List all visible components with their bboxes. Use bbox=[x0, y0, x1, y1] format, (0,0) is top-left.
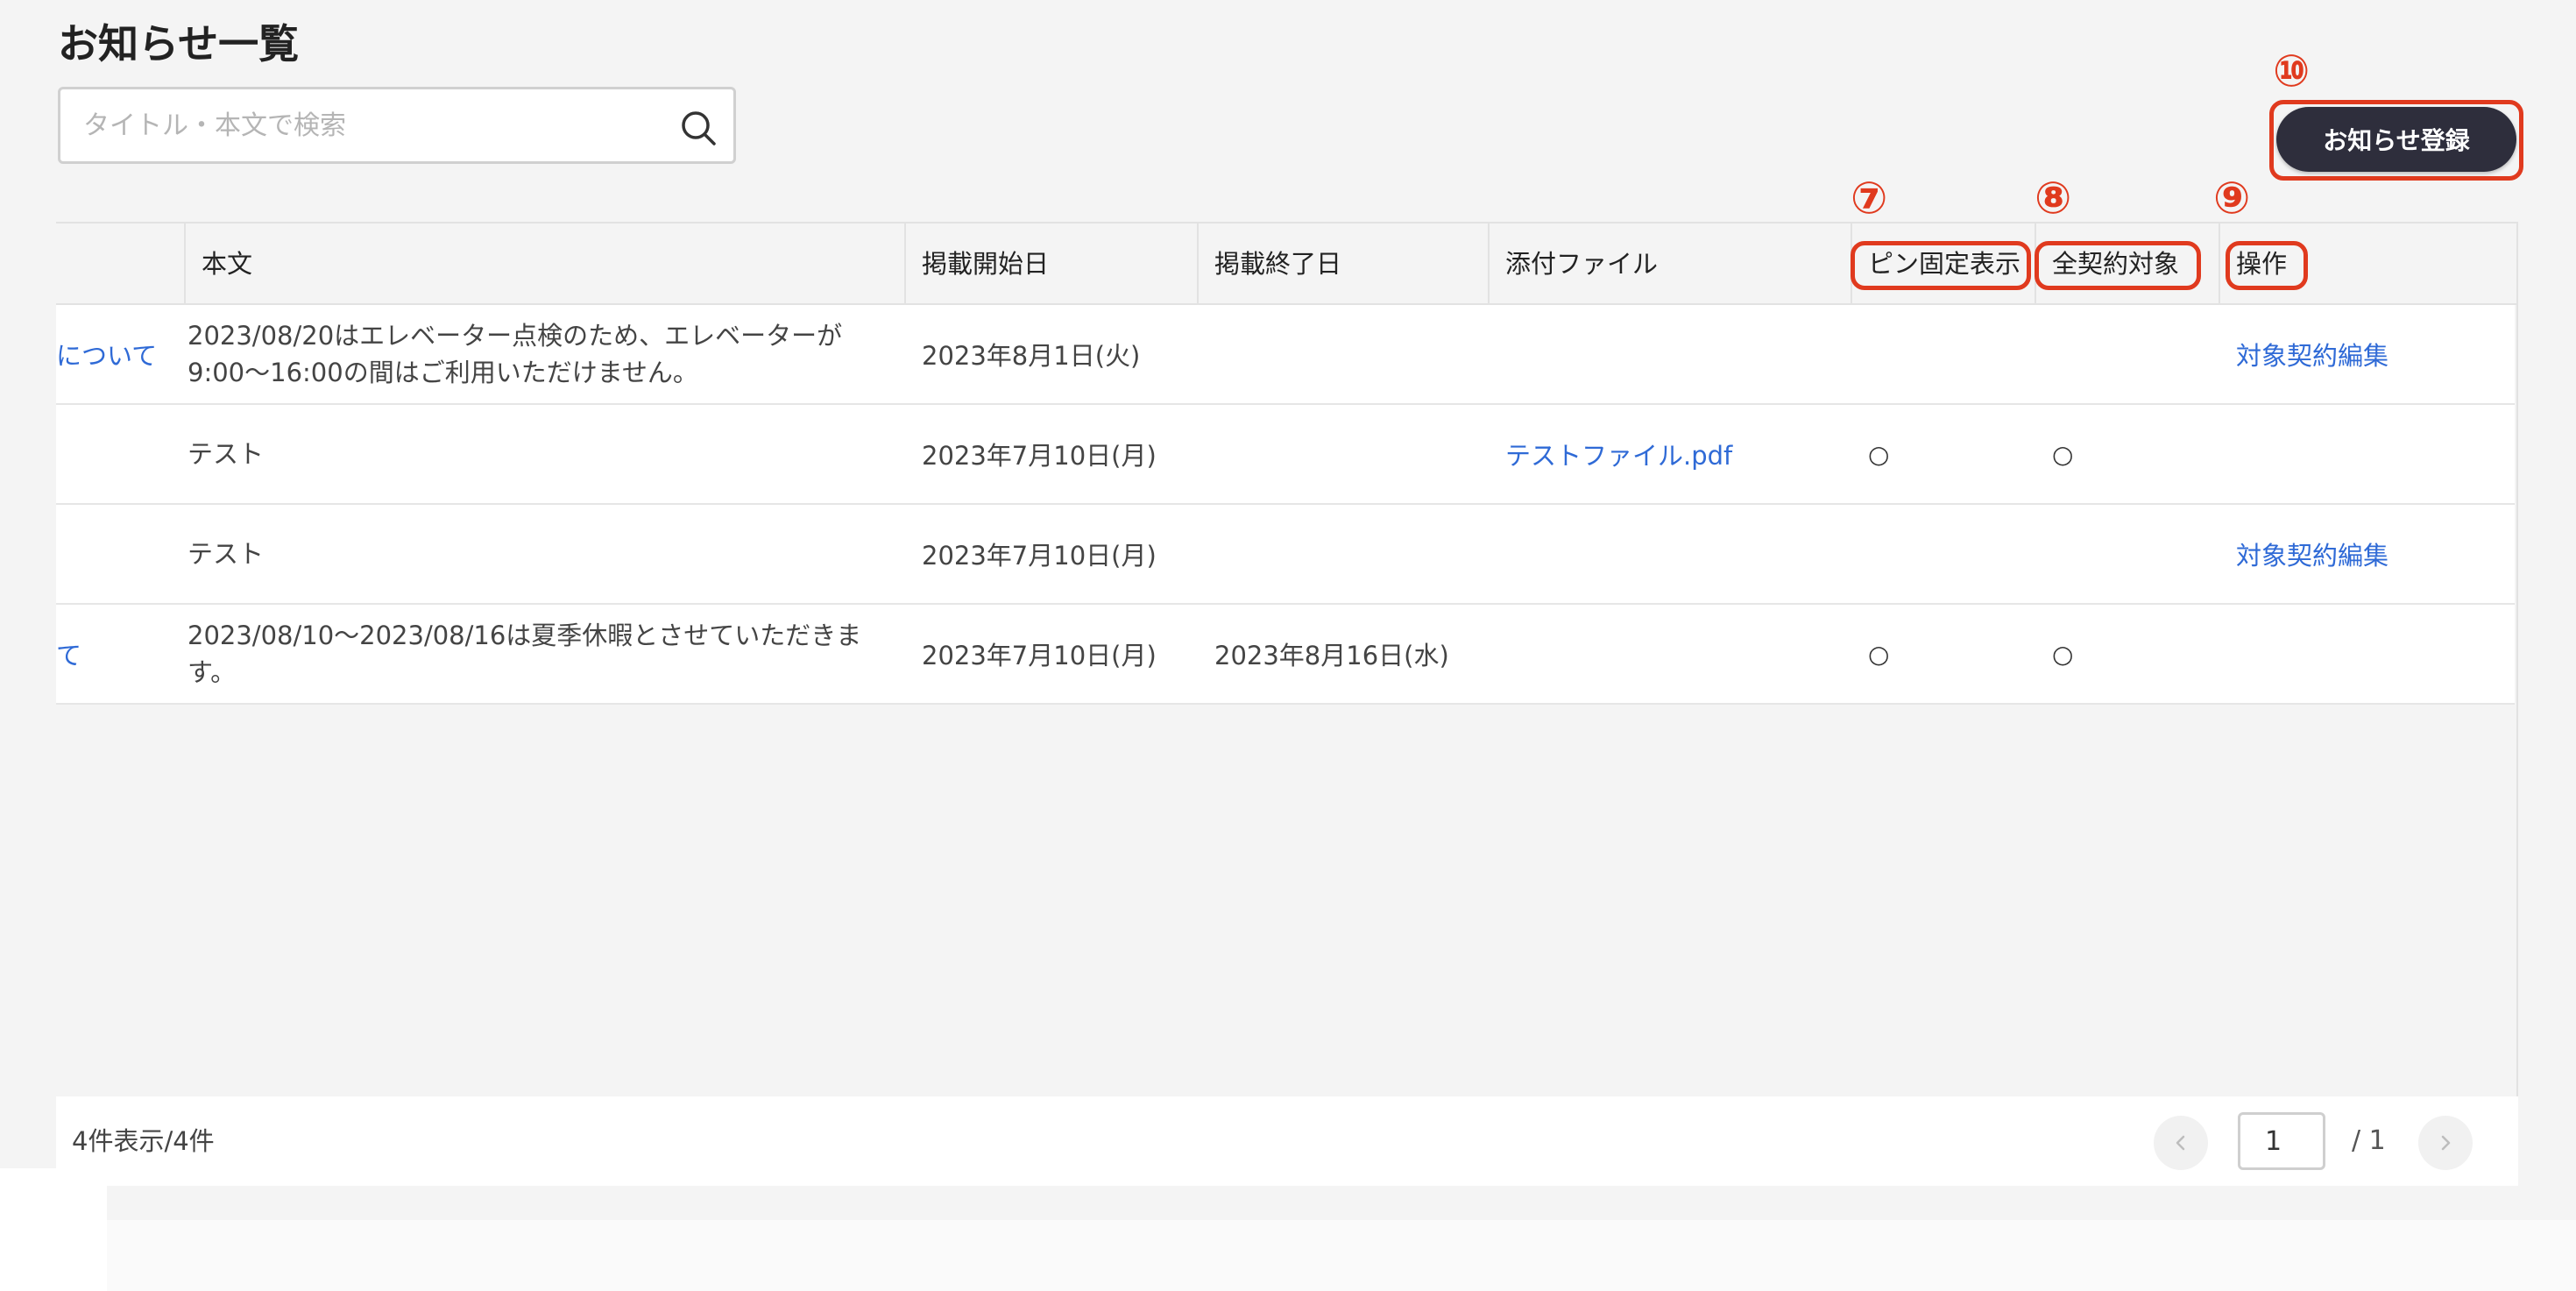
next-page-button[interactable] bbox=[2418, 1116, 2473, 1170]
bottom-blank-area bbox=[0, 1168, 107, 1291]
chevron-right-icon bbox=[2441, 1135, 2451, 1151]
notice-table: 本文 掲載開始日 掲載終了日 添付ファイル ピン固定表示 全契約対象 操作 ⑦ … bbox=[56, 176, 2518, 1096]
column-header-end-date[interactable]: 掲載終了日 bbox=[1214, 223, 1341, 305]
notice-start-date: 2023年7月10日(月) bbox=[922, 541, 1157, 571]
search-icon[interactable] bbox=[679, 109, 718, 147]
annotation-box-pin bbox=[1851, 241, 2031, 290]
notice-body: テスト bbox=[188, 539, 265, 569]
edit-target-contracts-link[interactable]: 対象契約編集 bbox=[2236, 505, 2388, 603]
notice-title-link[interactable]: て bbox=[56, 605, 81, 703]
table-footer: 4件表示/4件 / 1 bbox=[56, 1096, 2518, 1186]
chevron-left-icon bbox=[2176, 1135, 2185, 1151]
search-box[interactable] bbox=[58, 87, 736, 164]
column-header-start-date[interactable]: 掲載開始日 bbox=[922, 223, 1049, 305]
annotation-marker-9: ⑨ bbox=[2213, 173, 2251, 223]
annotation-marker-7: ⑦ bbox=[1851, 173, 1888, 223]
bottom-blank-strip bbox=[107, 1220, 2576, 1291]
attachment-link[interactable]: テストファイル.pdf bbox=[1505, 405, 1732, 503]
register-notice-button[interactable]: お知らせ登録 bbox=[2276, 107, 2516, 172]
all-contracts-mark: ○ bbox=[2052, 439, 2074, 469]
pin-mark: ○ bbox=[1868, 439, 1890, 469]
notice-start-date: 2023年8月1日(火) bbox=[922, 341, 1141, 371]
notice-title-link[interactable]: について bbox=[56, 305, 157, 403]
column-header-attachment[interactable]: 添付ファイル bbox=[1505, 223, 1658, 305]
search-input[interactable] bbox=[60, 89, 733, 161]
all-contracts-mark: ○ bbox=[2052, 639, 2074, 669]
annotation-marker-8: ⑧ bbox=[2035, 173, 2072, 223]
annotation-box-operation bbox=[2226, 241, 2308, 290]
notice-start-date: 2023年7月10日(月) bbox=[922, 641, 1157, 670]
page-number-input[interactable] bbox=[2238, 1112, 2325, 1170]
page-title: お知らせ一覧 bbox=[58, 20, 300, 67]
annotation-box-all-contracts bbox=[2035, 241, 2201, 290]
table-row: テスト 2023年7月10日(月) テストファイル.pdf ○ ○ bbox=[56, 405, 2515, 505]
table-row: テスト 2023年7月10日(月) 対象契約編集 bbox=[56, 505, 2515, 605]
notice-body: 2023/08/20はエレベーター点検のため、エレベーターが 9:00〜16:0… bbox=[188, 321, 843, 387]
prev-page-button[interactable] bbox=[2154, 1116, 2208, 1170]
column-header-body[interactable]: 本文 bbox=[202, 223, 252, 305]
table-row: について 2023/08/20はエレベーター点検のため、エレベーターが 9:00… bbox=[56, 305, 2515, 405]
pin-mark: ○ bbox=[1868, 639, 1890, 669]
notice-body: 2023/08/10〜2023/08/16は夏季休暇とさせていただきます。 bbox=[188, 621, 862, 687]
notice-body: テスト bbox=[188, 439, 265, 469]
annotation-marker-10: ⑩ bbox=[2273, 46, 2311, 96]
notice-start-date: 2023年7月10日(月) bbox=[922, 441, 1157, 471]
page-total: / 1 bbox=[2352, 1125, 2386, 1156]
notice-end-date: 2023年8月16日(水) bbox=[1214, 641, 1449, 670]
table-row: て 2023/08/10〜2023/08/16は夏季休暇とさせていただきます。 … bbox=[56, 605, 2515, 705]
edit-target-contracts-link[interactable]: 対象契約編集 bbox=[2236, 305, 2388, 403]
